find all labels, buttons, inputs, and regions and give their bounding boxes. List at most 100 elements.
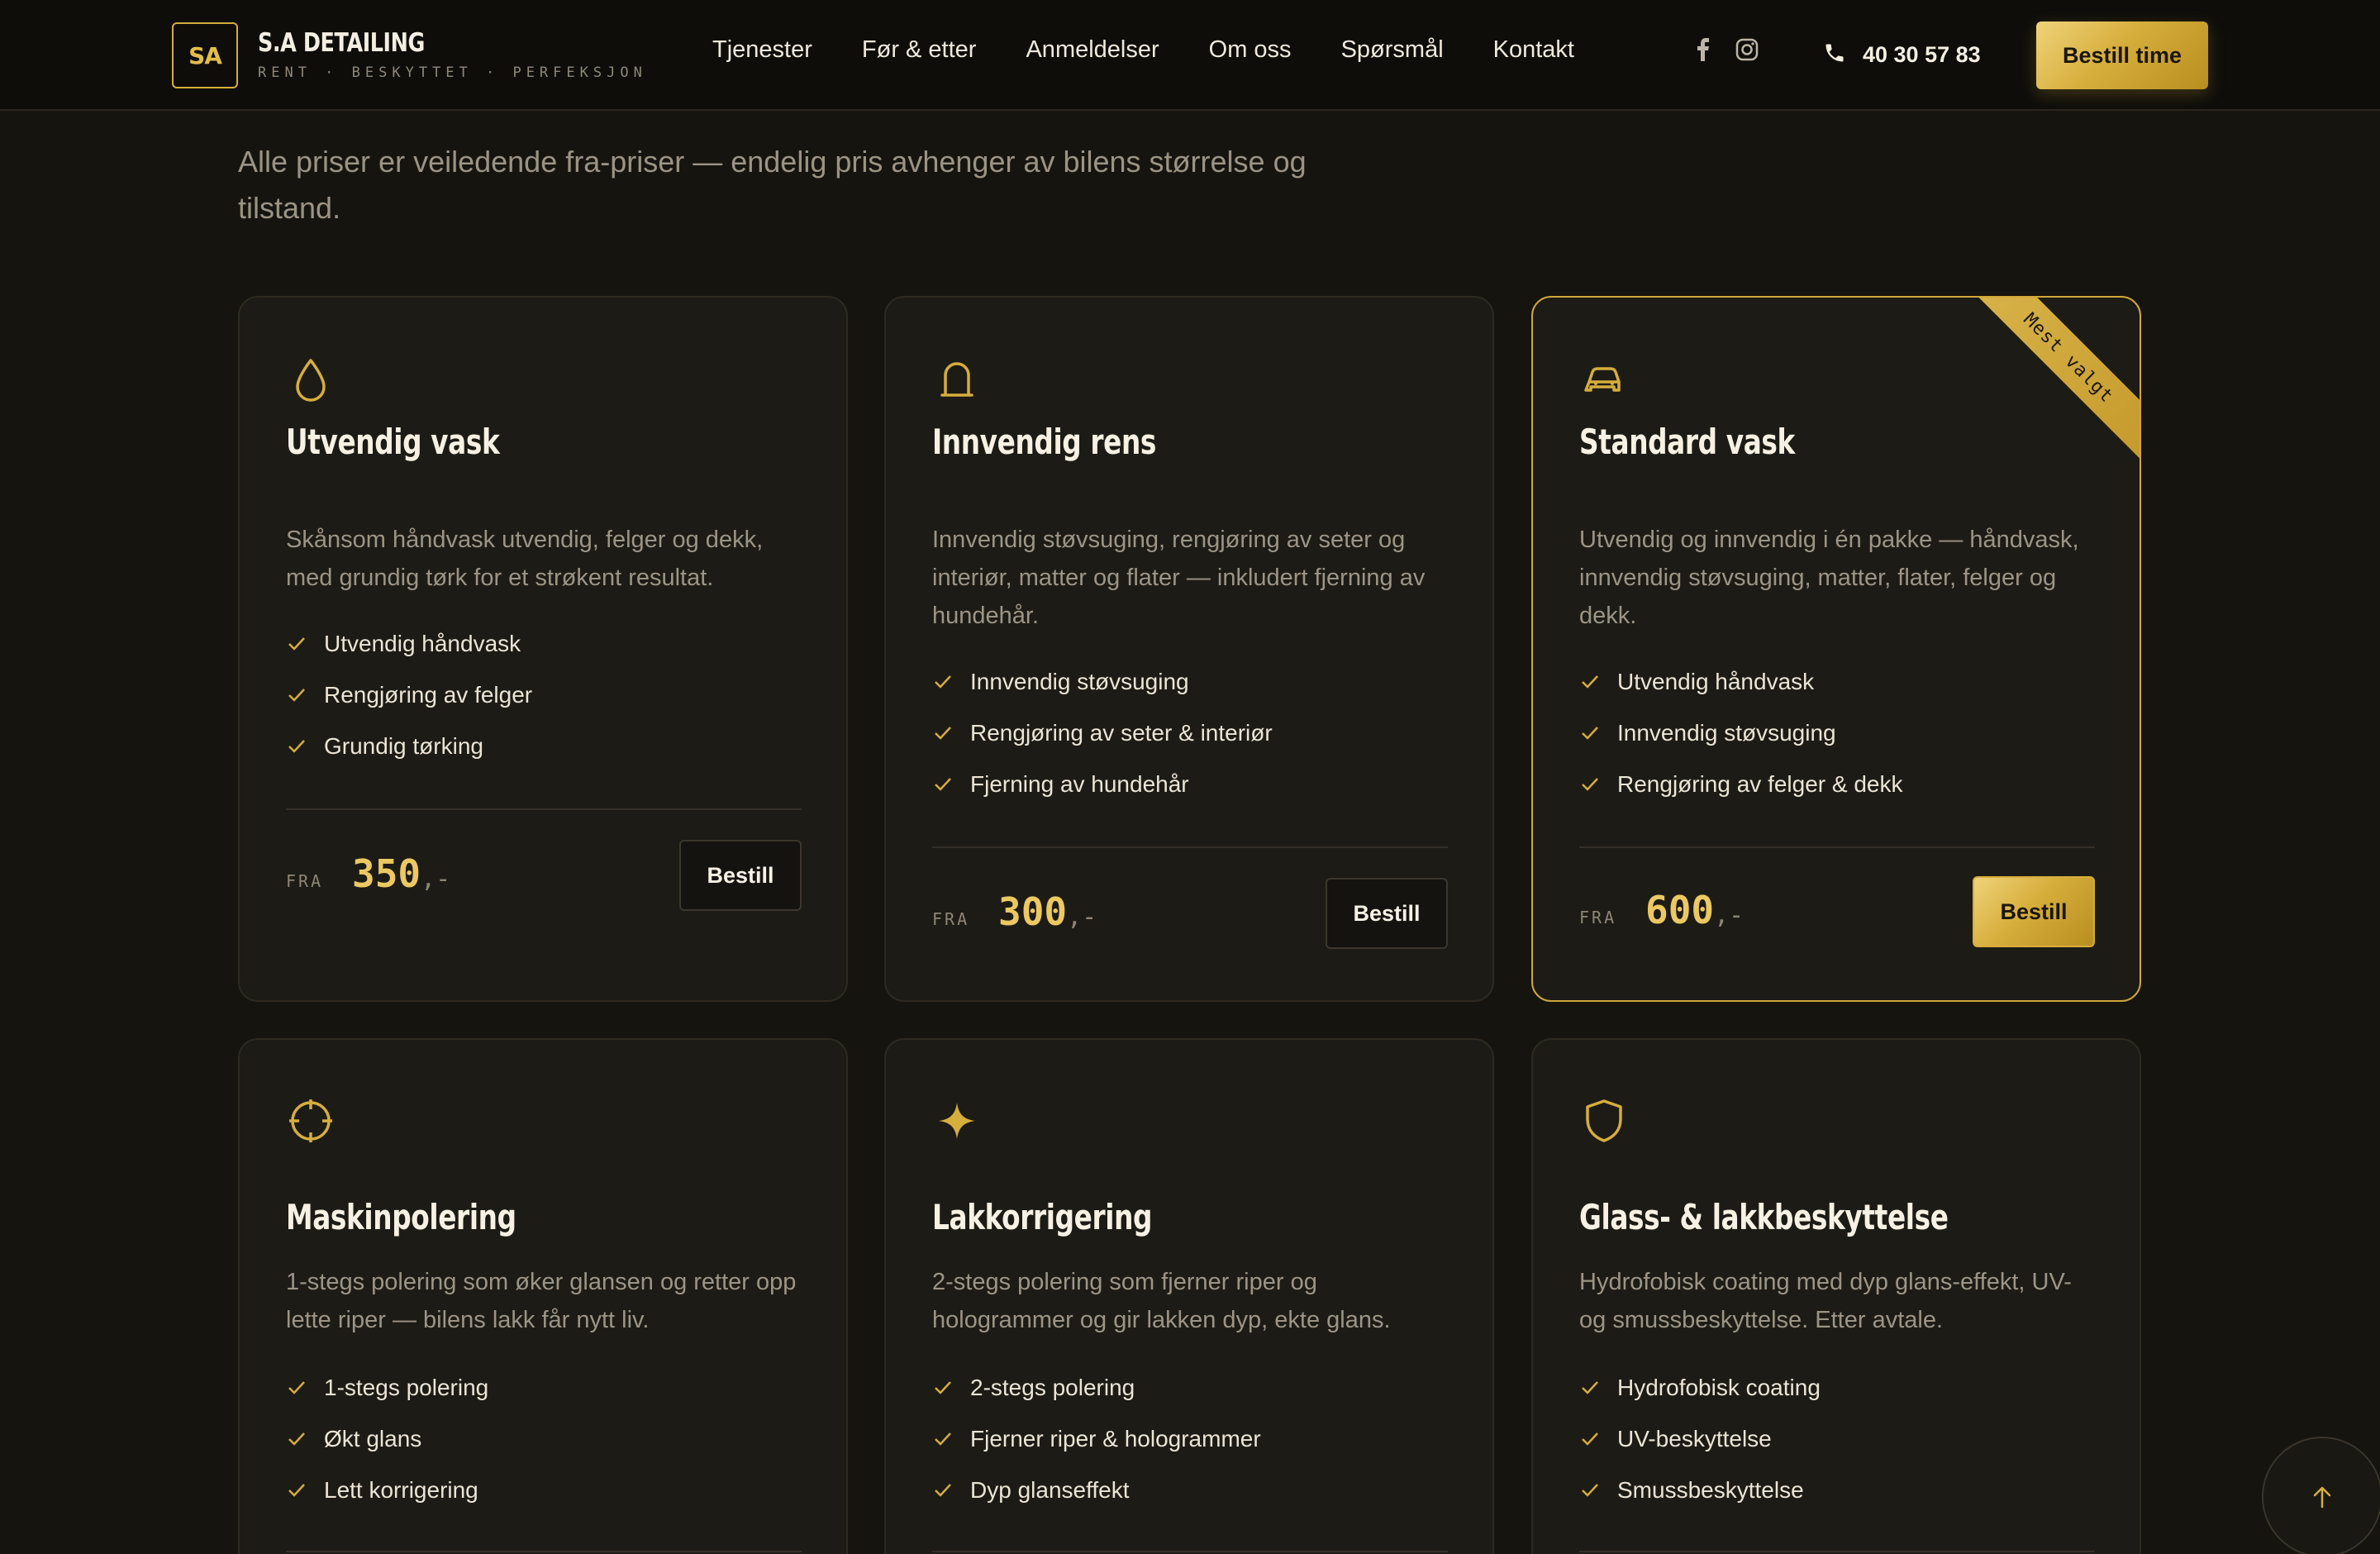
- brand-tagline: RENT · BESKYTTET · PERFEKSJON: [258, 64, 647, 81]
- nav-kontakt[interactable]: Kontakt: [1493, 36, 1574, 64]
- logo-mark[interactable]: SA: [172, 22, 238, 88]
- feature-list: Hydrofobisk coating UV-beskyttelse Smuss…: [1579, 1362, 1821, 1516]
- card-title: Utvendig vask: [286, 422, 500, 462]
- order-button[interactable]: Bestill: [1326, 878, 1448, 949]
- check-icon: [288, 1484, 305, 1497]
- feature-item: Smussbeskyttelse: [1579, 1465, 1821, 1516]
- feature-label: Rengjøring av felger & dekk: [1617, 771, 1903, 797]
- feature-label: Fjerning av hundehår: [970, 771, 1189, 797]
- nav-sporsmal[interactable]: Spørsmål: [1341, 36, 1444, 64]
- feature-item: Dyp glanseffekt: [932, 1465, 1261, 1516]
- feature-label: Rengjøring av felger: [324, 682, 533, 708]
- check-icon: [935, 727, 951, 740]
- facebook-icon[interactable]: [1696, 38, 1711, 61]
- card-divider: [286, 1551, 802, 1552]
- price-suffix: ,-: [1067, 903, 1097, 932]
- drop-icon: [286, 354, 336, 403]
- feature-label: Innvendig støvsuging: [1617, 720, 1836, 746]
- feature-label: Grundig tørking: [324, 733, 483, 759]
- phone-icon: [1823, 41, 1846, 69]
- book-appointment-button[interactable]: Bestill time: [2036, 21, 2208, 89]
- feature-label: Innvendig støvsuging: [970, 669, 1189, 694]
- service-card-innvendig-rens: Innvendig rens Innvendig støvsuging, ren…: [884, 296, 1494, 1002]
- feature-label: 1-stegs polering: [324, 1375, 489, 1400]
- price-amount: 600,-: [1645, 888, 1744, 932]
- feature-label: Dyp glanseffekt: [970, 1477, 1130, 1503]
- feature-item: Fjerner riper & hologrammer: [932, 1413, 1261, 1465]
- feature-label: Lett korrigering: [324, 1477, 478, 1503]
- feature-label: Økt glans: [324, 1426, 422, 1452]
- card-divider: [932, 1551, 1448, 1552]
- check-icon: [288, 1432, 305, 1446]
- price-suffix: ,-: [1714, 901, 1745, 930]
- social-links: [1696, 38, 1759, 61]
- feature-label: Rengjøring av seter & interiør: [970, 720, 1273, 746]
- order-button[interactable]: Bestill: [1973, 876, 2095, 947]
- card-divider: [286, 808, 802, 810]
- price-row: FRA 350,- Bestill: [286, 840, 802, 911]
- nav-om-oss[interactable]: Om oss: [1209, 36, 1292, 64]
- check-icon: [935, 1432, 951, 1446]
- scroll-to-top-button[interactable]: [2262, 1437, 2380, 1554]
- service-card-standard-vask: Mest valgt Standard vask Utvendig og inn…: [1531, 296, 2141, 1002]
- check-icon: [288, 637, 305, 651]
- nav-anmeldelser[interactable]: Anmeldelser: [1026, 36, 1159, 64]
- phone-link[interactable]: 40 30 57 83: [1823, 41, 1981, 69]
- feature-item: Grundig tørking: [286, 721, 532, 772]
- feature-item: Utvendig håndvask: [1579, 656, 1903, 708]
- feature-item: Hydrofobisk coating: [1579, 1362, 1821, 1413]
- feature-item: 2-stegs polering: [932, 1362, 1261, 1413]
- price-value: 600: [1645, 888, 1715, 932]
- arch-icon: [932, 354, 982, 403]
- feature-label: Hydrofobisk coating: [1617, 1375, 1821, 1400]
- price-suffix: ,-: [421, 865, 451, 894]
- instagram-icon[interactable]: [1735, 38, 1759, 61]
- price-row: FRA 300,- Bestill: [932, 878, 1448, 949]
- feature-label: UV-beskyttelse: [1617, 1426, 1772, 1452]
- nav-for-etter[interactable]: Før & etter: [862, 36, 977, 64]
- card-description: Innvendig støvsuging, rengjøring av sete…: [932, 527, 1426, 629]
- feature-list: 2-stegs polering Fjerner riper & hologra…: [932, 1362, 1261, 1516]
- check-icon: [1582, 1381, 1598, 1394]
- check-icon: [935, 1484, 951, 1497]
- service-card-glass-lakkbeskyttelse: Glass- & lakkbeskyttelse Hydrofobisk coa…: [1531, 1038, 2141, 1554]
- check-icon: [1582, 727, 1598, 740]
- card-divider: [1579, 846, 2095, 848]
- feature-list: 1-stegs polering Økt glans Lett korriger…: [286, 1362, 488, 1516]
- price-amount: 300,-: [998, 889, 1097, 934]
- service-card-lakkorrigering: Lakkorrigering 2-stegs polering som fjer…: [884, 1038, 1494, 1554]
- feature-item: Innvendig støvsuging: [1579, 708, 1903, 759]
- card-title: Glass- & lakkbeskyttelse: [1579, 1197, 1949, 1237]
- phone-number: 40 30 57 83: [1863, 42, 1981, 67]
- card-divider: [932, 846, 1448, 848]
- card-title: Maskinpolering: [286, 1197, 516, 1237]
- shield-icon: [1579, 1096, 1629, 1146]
- feature-item: Innvendig støvsuging: [932, 656, 1273, 708]
- most-chosen-ribbon: Mest valgt: [1966, 298, 2140, 460]
- feature-item: Lett korrigering: [286, 1465, 488, 1516]
- crosshair-icon: [286, 1096, 336, 1146]
- card-description: Hydrofobisk coating med dyp glans-effekt…: [1579, 1269, 2072, 1333]
- feature-label: 2-stegs polering: [970, 1375, 1135, 1400]
- card-divider: [1579, 1551, 2095, 1552]
- check-icon: [288, 740, 305, 753]
- price-value: 300: [998, 889, 1068, 934]
- feature-item: UV-beskyttelse: [1579, 1413, 1821, 1465]
- check-icon: [935, 675, 951, 689]
- order-button[interactable]: Bestill: [679, 840, 802, 911]
- card-description: 1-stegs polering som øker glansen og ret…: [286, 1269, 797, 1333]
- check-icon: [1582, 1484, 1598, 1497]
- brand[interactable]: S.A DETAILING RENT · BESKYTTET · PERFEKS…: [258, 28, 647, 81]
- price-value: 350: [352, 851, 421, 896]
- service-card-utvendig-vask: Utvendig vask Skånsom håndvask utvendig,…: [238, 296, 848, 1002]
- check-icon: [288, 689, 305, 702]
- price-prefix: FRA: [1579, 908, 1617, 927]
- feature-label: Utvendig håndvask: [324, 631, 521, 656]
- nav-tjenester[interactable]: Tjenester: [712, 36, 812, 64]
- check-icon: [1582, 778, 1598, 791]
- price-row: FRA 600,- Bestill: [1579, 876, 2095, 947]
- check-icon: [288, 1381, 305, 1394]
- feature-list: Utvendig håndvask Rengjøring av felger G…: [286, 618, 532, 772]
- card-title: Standard vask: [1579, 422, 1795, 462]
- arrow-up-icon: [2313, 1486, 2331, 1509]
